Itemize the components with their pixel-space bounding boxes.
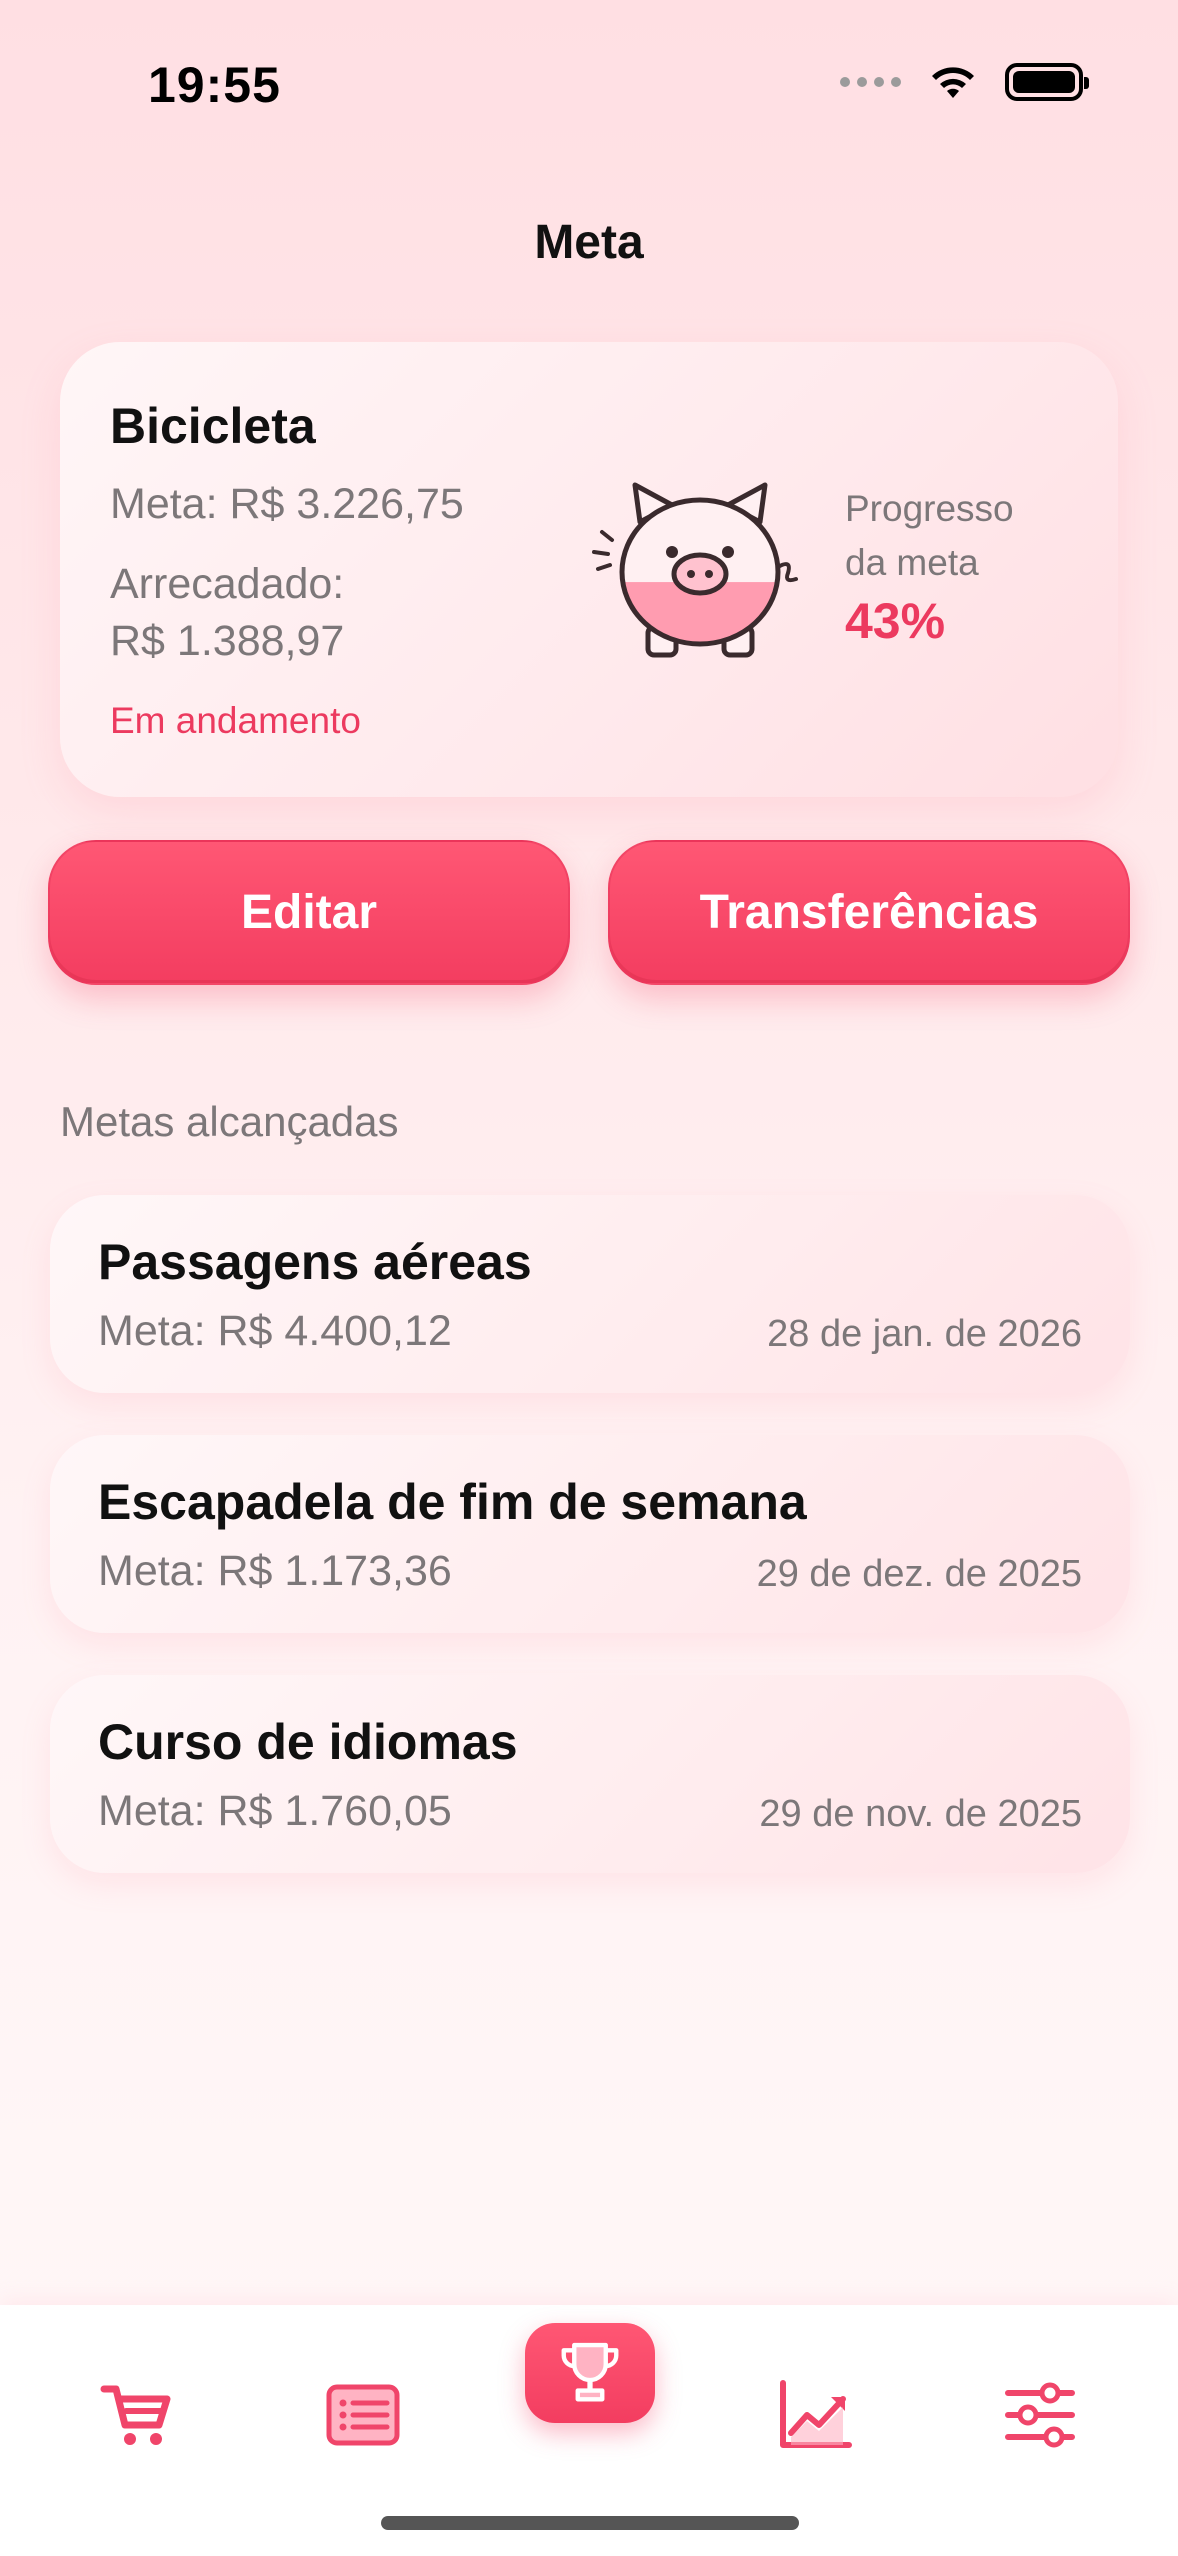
achieved-goal-item[interactable]: Passagens aéreas Meta: R$ 4.400,12 28 de… [50, 1195, 1130, 1393]
goal-target: Meta: R$ 3.226,75 [110, 480, 464, 528]
goal-raised-value: R$ 1.388,97 [110, 617, 345, 665]
tab-cart[interactable] [88, 2365, 188, 2465]
achieved-goal-item[interactable]: Escapadela de fim de semana Meta: R$ 1.1… [50, 1435, 1130, 1633]
achieved-goal-item[interactable]: Curso de idiomas Meta: R$ 1.760,05 29 de… [50, 1675, 1130, 1873]
achieved-goal-date: 29 de nov. de 2025 [759, 1793, 1082, 1835]
cart-icon [100, 2385, 171, 2445]
achieved-goal-date: 29 de dez. de 2025 [756, 1553, 1082, 1595]
transfers-button[interactable]: Transferências [608, 840, 1130, 985]
progress-value: 43% [845, 593, 946, 649]
goal-raised-label: Arrecadado: [110, 560, 345, 608]
achieved-goal-name: Escapadela de fim de semana [98, 1474, 807, 1530]
achieved-goal-name: Passagens aéreas [98, 1234, 532, 1290]
achieved-goal-target: Meta: R$ 4.400,12 [98, 1307, 452, 1355]
status-time: 19:55 [148, 57, 281, 113]
edit-button[interactable]: Editar [48, 840, 570, 985]
achieved-goal-date: 28 de jan. de 2026 [767, 1313, 1082, 1355]
current-goal-card[interactable]: Bicicleta Meta: R$ 3.226,75 Arrecadado: … [60, 342, 1118, 797]
tab-settings[interactable] [990, 2365, 1090, 2465]
tab-goals[interactable] [525, 2323, 655, 2423]
tab-list[interactable] [313, 2365, 413, 2465]
wifi-icon [932, 67, 974, 98]
achieved-goal-name: Curso de idiomas [98, 1714, 518, 1770]
progress-label: Progresso da meta [845, 488, 1014, 583]
tab-charts[interactable] [765, 2365, 865, 2465]
signal-icon [840, 77, 901, 87]
home-indicator[interactable] [381, 2516, 799, 2530]
status-bar: 19:55 [0, 0, 1178, 150]
chart-icon [780, 2380, 852, 2448]
goal-status: Em andamento [110, 700, 361, 741]
sliders-icon [1005, 2382, 1075, 2448]
list-icon [326, 2384, 400, 2446]
battery-icon [1005, 63, 1089, 101]
status-icons [840, 62, 1089, 102]
goal-name: Bicicleta [110, 398, 316, 454]
piggy-bank-icon [592, 482, 798, 658]
achieved-goal-target: Meta: R$ 1.173,36 [98, 1547, 452, 1595]
achieved-goal-target: Meta: R$ 1.760,05 [98, 1787, 452, 1835]
section-title-achieved: Metas alcançadas [60, 1098, 399, 1145]
trophy-icon [561, 2342, 619, 2402]
page-title: Meta [534, 216, 644, 269]
